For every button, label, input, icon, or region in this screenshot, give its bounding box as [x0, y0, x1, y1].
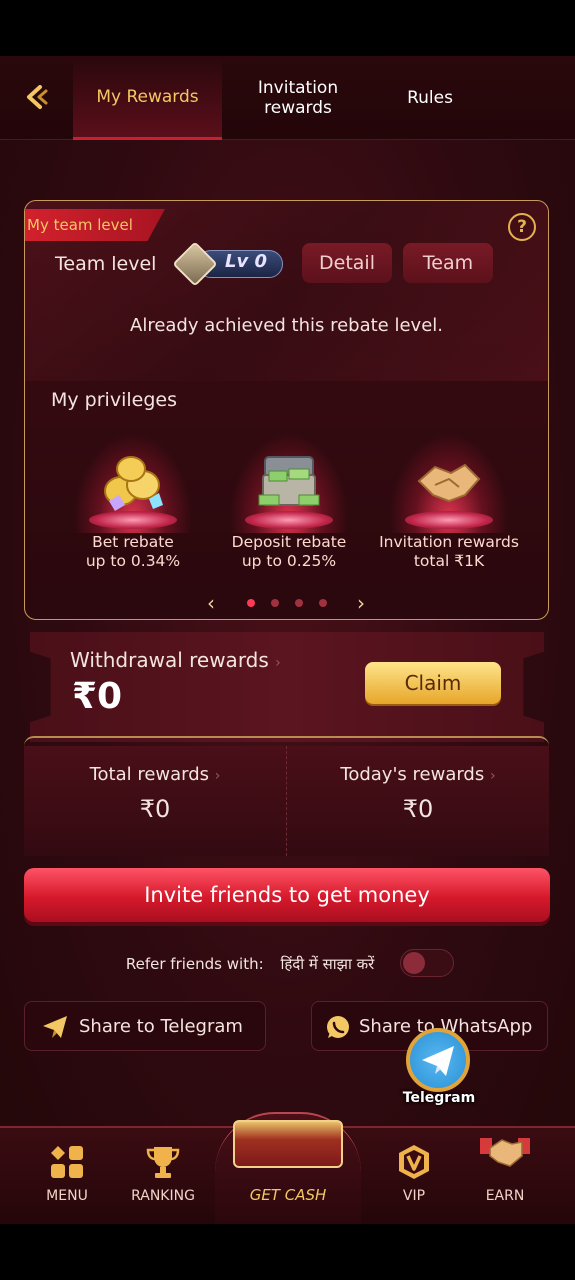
vip-badge-icon [399, 1145, 429, 1179]
total-rewards-value: ₹0 [139, 795, 171, 823]
treasure-chest-icon [233, 1120, 343, 1168]
nav-ranking[interactable]: RANKING [118, 1128, 208, 1224]
floating-telegram-label: Telegram [402, 1090, 476, 1106]
coins-gems-icon [104, 456, 163, 511]
chevron-right-icon: › [489, 768, 496, 784]
tab-my-rewards[interactable]: My Rewards [73, 56, 222, 140]
tab-invitation-rewards[interactable]: Invitation rewards [232, 56, 364, 140]
telegram-icon [406, 1028, 470, 1092]
todays-rewards-label: Today's rewards › [287, 764, 549, 785]
privilege-subtitle: up to 0.34% [85, 552, 181, 570]
back-arrow-icon[interactable] [22, 82, 52, 112]
app: My Rewards Invitation rewards Rules My t… [0, 56, 575, 1224]
level-diamond-icon [172, 241, 218, 287]
share-telegram-button[interactable]: Share to Telegram [24, 1001, 266, 1051]
carousel-next-icon[interactable]: › [357, 591, 365, 615]
whatsapp-icon [327, 1016, 349, 1038]
earn-handshake-icon [480, 1138, 530, 1167]
help-icon[interactable]: ? [508, 213, 536, 241]
privilege-deposit-rebate: Deposit rebate up to 0.25% [209, 433, 369, 571]
menu-grid-icon [51, 1146, 83, 1178]
nav-get-cash[interactable]: GET CASH [215, 1112, 361, 1224]
nav-menu[interactable]: MENU [22, 1128, 112, 1224]
chevron-right-icon: › [214, 768, 221, 784]
refer-label: Refer friends with: [125, 955, 264, 973]
withdrawal-label-text: Withdrawal rewards [70, 648, 269, 672]
nav-vip-label: VIP [402, 1188, 426, 1204]
carousel-dot[interactable] [295, 599, 303, 607]
withdrawal-value: ₹0 [72, 676, 123, 717]
claim-button[interactable]: Claim [365, 662, 501, 704]
trophy-icon [146, 1147, 180, 1178]
nav-get-cash-label: GET CASH [249, 1186, 327, 1204]
todays-rewards-label-text: Today's rewards [340, 764, 485, 785]
nav-earn[interactable]: EARN [460, 1128, 550, 1224]
privileges-label: My privileges [51, 389, 177, 411]
toggle-knob [403, 952, 425, 974]
nav-earn-label: EARN [485, 1188, 525, 1204]
nav-ranking-label: RANKING [131, 1188, 195, 1204]
nav-menu-label: MENU [46, 1188, 88, 1204]
privilege-title: Bet rebate [92, 533, 174, 551]
team-button[interactable]: Team [403, 243, 493, 283]
carousel-dot[interactable] [319, 599, 327, 607]
refer-row: Refer friends with: हिंदी में साझा करें [0, 954, 575, 974]
total-rewards[interactable]: Total rewards › ₹0 [24, 746, 286, 823]
invite-friends-button[interactable]: Invite friends to get money [24, 868, 550, 922]
privilege-bet-rebate: Bet rebate up to 0.34% [53, 433, 213, 571]
top-tabs: My Rewards Invitation rewards Rules [0, 56, 575, 140]
level-value: Lv 0 [225, 251, 267, 272]
carousel-dot-active[interactable] [247, 599, 255, 607]
privilege-title: Deposit rebate [231, 533, 347, 551]
carousel-dot[interactable] [271, 599, 279, 607]
floating-telegram-button[interactable]: Telegram [398, 1028, 480, 1114]
privilege-title: Invitation rewards [379, 533, 519, 551]
team-level-ribbon: My team level [25, 209, 165, 241]
team-level-label: Team level [55, 253, 157, 275]
chevron-right-icon: › [275, 655, 281, 671]
hindi-share-toggle[interactable] [400, 949, 454, 977]
privilege-subtitle: total ₹1K [413, 552, 485, 570]
refer-language: हिंदी में साझा करें [280, 955, 375, 973]
withdrawal-card: Withdrawal rewards › ₹0 Claim [30, 632, 544, 742]
rebate-message: Already achieved this rebate level. [130, 315, 443, 336]
withdrawal-label[interactable]: Withdrawal rewards › [70, 648, 281, 672]
team-level-card: My team level ? Team level Lv 0 Detail T… [24, 200, 549, 620]
tab-rules[interactable]: Rules [380, 56, 480, 140]
level-badge: Lv 0 [172, 241, 283, 287]
nav-vip[interactable]: VIP [369, 1128, 459, 1224]
privilege-subtitle: up to 0.25% [241, 552, 337, 570]
privilege-invitation-rewards: Invitation rewards total ₹1K [369, 433, 529, 571]
divider-rail [24, 736, 549, 746]
cash-chest-icon [258, 456, 320, 506]
rewards-summary: Total rewards › ₹0 Today's rewards › ₹0 [24, 746, 549, 856]
detail-button[interactable]: Detail [302, 243, 392, 283]
todays-rewards[interactable]: Today's rewards › ₹0 [287, 746, 549, 823]
handshake-icon [417, 463, 481, 503]
paper-plane-icon [43, 1016, 67, 1038]
share-telegram-label: Share to Telegram [79, 1016, 243, 1037]
carousel-prev-icon[interactable]: ‹ [207, 591, 215, 615]
total-rewards-label-text: Total rewards [89, 764, 210, 785]
total-rewards-label: Total rewards › [24, 764, 286, 785]
todays-rewards-value: ₹0 [402, 795, 434, 823]
